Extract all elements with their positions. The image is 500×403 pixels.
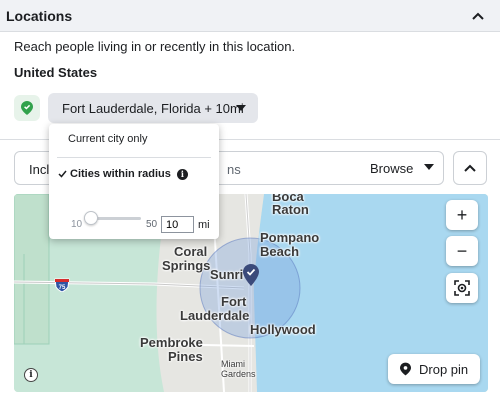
radius-slider-thumb[interactable] [84,211,98,225]
location-pin-icon [21,101,33,115]
caret-down-icon [424,164,434,170]
map-label-pembroke: Pembroke [140,335,203,350]
intro-text: Reach people living in or recently in th… [14,39,296,54]
map-label-sunrise: Sunri [210,267,244,282]
location-chip-label: Fort Lauderdale, Florida + 10mi [62,100,244,116]
info-icon[interactable]: i [176,168,188,180]
recenter-button[interactable] [446,273,478,303]
collapse-map-button[interactable] [453,151,487,185]
dropdown-divider [57,157,211,158]
map-label-hollywood: Hollywood [250,322,316,337]
search-placeholder-fragment: ns [227,162,241,177]
radius-unit: mi [198,219,210,231]
option-cities-within-radius[interactable]: Cities within radius i [58,168,188,180]
map-pin-icon[interactable] [243,264,259,286]
map-label-springs: Springs [162,258,211,273]
option-radius-label: Cities within radius [70,168,171,180]
chevron-up-icon [464,164,476,172]
drop-pin-label: Drop pin [419,361,469,377]
radius-dropdown: Current city only Cities within radius i… [49,124,219,239]
browse-button[interactable]: Browse [370,151,444,185]
map-label-miami: Miami [221,359,245,369]
radius-input[interactable] [161,216,194,233]
zoom-in-button[interactable]: + [446,200,478,230]
map-label-coral: Coral [174,244,208,259]
map-label-raton: Raton [272,202,309,217]
checkmark-icon [58,170,67,178]
option-current-city[interactable]: Current city only [68,133,147,145]
slider-min-label: 10 [71,219,83,230]
zoom-out-button[interactable]: − [446,236,478,266]
location-pin-icon [400,362,411,376]
slider-max-label: 50 [146,219,158,230]
location-chip[interactable]: Fort Lauderdale, Florida + 10mi [48,93,258,123]
map-label-pompano: Pompano [260,230,320,245]
include-selector-text[interactable]: Incl [29,162,49,177]
interstate-number: 75 [59,285,66,291]
map-label-beach: Beach [260,244,300,259]
map-label-fort: Fort [221,294,247,309]
map-label-lauderdale: Lauderdale [180,308,250,323]
panel-title: Locations [6,8,73,24]
browse-label: Browse [370,160,414,176]
target-icon [454,280,470,296]
map-label-pines: Pines [168,349,203,364]
map-label-gardens: Gardens [221,369,256,379]
caret-down-icon [236,105,246,111]
locations-header[interactable]: Locations [0,0,500,32]
info-icon[interactable]: i [24,368,38,382]
chevron-up-icon[interactable] [470,9,486,23]
country-heading: United States [14,65,98,80]
interstate-shield-icon: 75 [54,278,70,292]
drop-pin-button[interactable]: Drop pin [388,354,480,384]
location-pin-badge [14,95,40,121]
